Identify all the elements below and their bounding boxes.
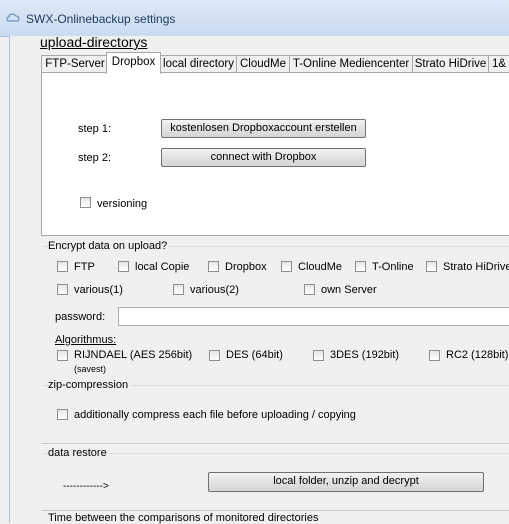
tab-t-online-mediencenter[interactable]: T-Online Mediencenter xyxy=(289,55,413,73)
restore-arrow-text: ------------> xyxy=(63,481,109,492)
encrypt-various2-checkbox[interactable] xyxy=(173,284,184,295)
tab-1und1[interactable]: 1& xyxy=(488,55,509,73)
algo-rc2-label: RC2 (128bit) xyxy=(446,349,509,361)
password-label: password: xyxy=(55,311,106,323)
algo-rijndael-checkbox[interactable] xyxy=(57,350,68,361)
versioning-checkbox[interactable] xyxy=(80,197,91,208)
algo-rc2-checkbox[interactable] xyxy=(429,350,440,361)
encrypt-ftp-checkbox[interactable] xyxy=(57,261,68,272)
app-icon xyxy=(6,13,20,22)
window-title: SWX-Onlinebackup settings xyxy=(26,12,176,26)
algo-3des-checkbox[interactable] xyxy=(313,350,324,361)
encrypt-strato-hidrive-checkbox[interactable] xyxy=(426,261,437,272)
restore-group-title: data restore xyxy=(48,447,109,459)
tab-dropbox[interactable]: Dropbox xyxy=(106,52,161,74)
encrypt-various2-label: various(2) xyxy=(190,284,239,296)
encrypt-local-copie-checkbox[interactable] xyxy=(118,261,129,272)
encrypt-group-title: Encrypt data on upload? xyxy=(48,240,170,252)
step2-label: step 2: xyxy=(78,152,112,164)
algorithm-label: Algorithmus: xyxy=(55,334,117,346)
restore-group-border xyxy=(42,453,509,454)
encrypt-various1-label: various(1) xyxy=(74,284,123,296)
tab-local-directory[interactable]: local directory xyxy=(160,55,237,73)
upload-directorys-heading: upload-directorys xyxy=(40,34,148,50)
algo-des-checkbox[interactable] xyxy=(209,350,220,361)
zip-compress-checkbox[interactable] xyxy=(57,409,68,420)
encrypt-cloudme-label: CloudMe xyxy=(298,261,343,273)
password-input[interactable] xyxy=(118,307,509,326)
restore-local-folder-button[interactable]: local folder, unzip and decrypt xyxy=(208,472,484,492)
versioning-label: versioning xyxy=(97,198,148,210)
encrypt-dropbox-checkbox[interactable] xyxy=(208,261,219,272)
tab-strato-hidrive[interactable]: Strato HiDrive xyxy=(412,55,489,73)
step1-label: step 1: xyxy=(78,123,112,135)
monitor-group-separator xyxy=(42,510,509,511)
zip-compress-label: additionally compress each file before u… xyxy=(74,409,356,421)
algo-rijndael-label: RIJNDAEL (AES 256bit) xyxy=(74,349,193,361)
encrypt-own-server-checkbox[interactable] xyxy=(304,284,315,295)
algo-rijndael-note: (savest) xyxy=(74,364,107,374)
algo-des-label: DES (64bit) xyxy=(226,349,283,361)
monitor-group-title: Time between the comparisons of monitore… xyxy=(48,512,321,524)
tab-ftp-server[interactable]: FTP-Server xyxy=(41,55,109,73)
encrypt-cloudme-checkbox[interactable] xyxy=(281,261,292,272)
encrypt-t-online-label: T-Online xyxy=(372,261,414,273)
tab-cloudme[interactable]: CloudMe xyxy=(236,55,290,73)
algo-3des-label: 3DES (192bit) xyxy=(330,349,400,361)
encrypt-dropbox-label: Dropbox xyxy=(225,261,267,273)
encrypt-t-online-checkbox[interactable] xyxy=(355,261,366,272)
encrypt-own-server-label: own Server xyxy=(321,284,377,296)
encrypt-strato-hidrive-label: Strato HiDrive xyxy=(443,261,509,273)
title-bar[interactable]: SWX-Onlinebackup settings xyxy=(0,0,509,37)
create-dropbox-account-button[interactable]: kostenlosen Dropboxaccount erstellen xyxy=(161,119,366,138)
connect-dropbox-button[interactable]: connect with Dropbox xyxy=(161,148,366,167)
encrypt-various1-checkbox[interactable] xyxy=(57,284,68,295)
zip-group-title: zip-compression xyxy=(48,379,131,391)
restore-group-separator xyxy=(42,443,509,444)
encrypt-ftp-label: FTP xyxy=(74,261,95,273)
encrypt-local-copie-label: local Copie xyxy=(135,261,190,273)
